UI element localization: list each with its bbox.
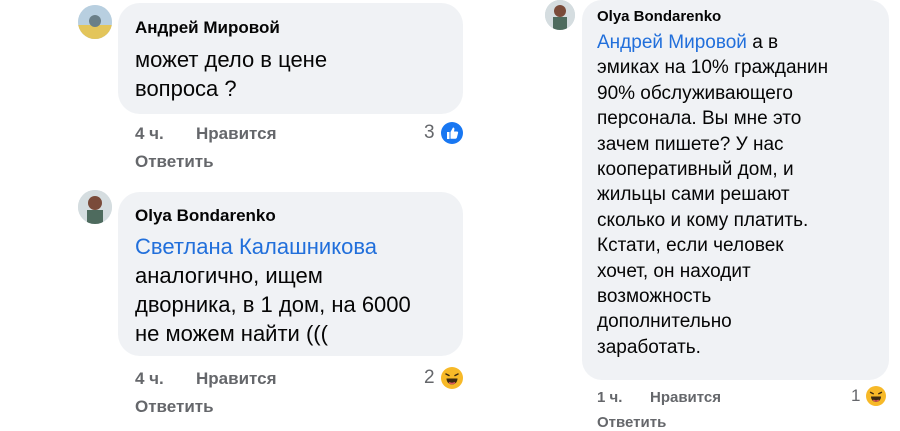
reply-button[interactable]: Ответить xyxy=(135,152,214,172)
reaction-count[interactable]: 1 xyxy=(851,386,860,406)
avatar[interactable] xyxy=(545,0,575,30)
like-button[interactable]: Нравится xyxy=(196,369,277,389)
avatar-image xyxy=(78,190,112,224)
like-icon[interactable] xyxy=(441,122,463,144)
comment-text: Андрей Мировой а в эмиках на 10% граждан… xyxy=(597,32,829,358)
avatar[interactable] xyxy=(78,5,112,39)
haha-icon[interactable] xyxy=(866,386,886,406)
comment-author[interactable]: Андрей Мировой xyxy=(135,18,280,38)
reply-button[interactable]: Ответить xyxy=(597,414,666,431)
like-button[interactable]: Нравится xyxy=(650,389,721,406)
comment-time[interactable]: 4 ч. xyxy=(135,369,164,389)
comment-time[interactable]: 4 ч. xyxy=(135,124,164,144)
reaction-count[interactable]: 2 xyxy=(424,367,435,389)
comment-author[interactable]: Olya Bondarenko xyxy=(135,206,276,226)
comment-author[interactable]: Olya Bondarenko xyxy=(597,8,721,25)
comment-text: может дело в цене вопроса ? xyxy=(135,47,328,101)
avatar[interactable] xyxy=(78,190,112,224)
mention-link[interactable]: Андрей Мировой xyxy=(597,32,747,53)
reaction-count[interactable]: 3 xyxy=(424,122,435,144)
mention-link[interactable]: Светлана Калашникова xyxy=(135,232,411,261)
haha-icon[interactable] xyxy=(441,367,463,389)
avatar-image xyxy=(545,0,575,30)
reply-button[interactable]: Ответить xyxy=(135,397,214,417)
avatar-image xyxy=(78,5,112,39)
like-button[interactable]: Нравится xyxy=(196,124,277,144)
comment-time[interactable]: 1 ч. xyxy=(597,389,622,406)
comment-text: Светлана Калашникова аналогично, ищем дв… xyxy=(135,232,411,346)
